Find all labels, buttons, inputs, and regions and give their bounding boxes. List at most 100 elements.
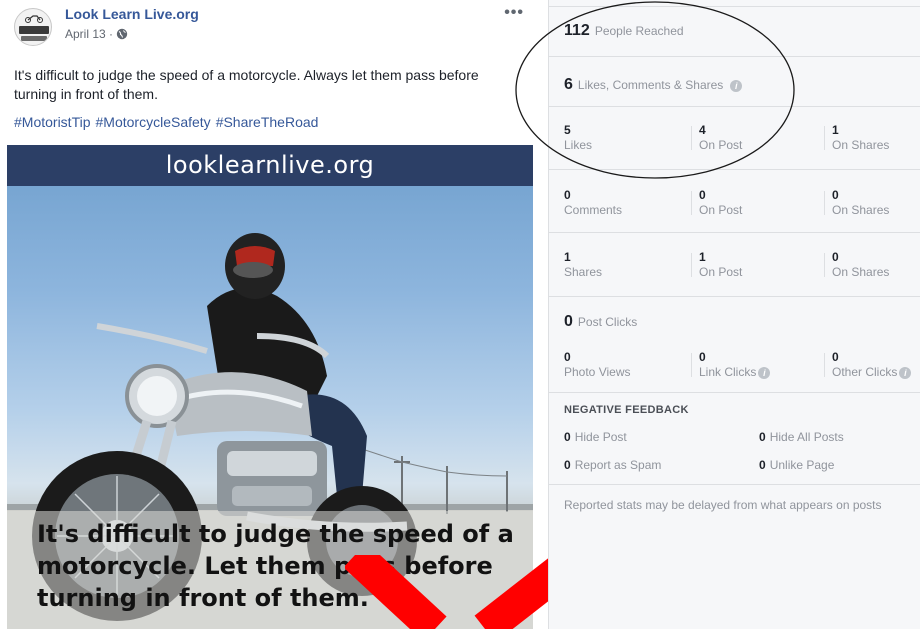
comments-breakdown: 0 Comments 0 On Post 0 On Shares xyxy=(564,188,920,228)
divider xyxy=(824,191,825,215)
divider xyxy=(691,126,692,150)
stat-value: 0 xyxy=(832,188,839,202)
stat-label: Unlike Page xyxy=(769,458,835,472)
hashtag-link[interactable]: #MotorcycleSafety xyxy=(96,114,211,130)
post-text: It's difficult to judge the speed of a m… xyxy=(14,67,479,102)
motorcycle-logo-icon xyxy=(25,15,43,23)
stat-value: 0 xyxy=(564,350,571,364)
divider xyxy=(691,353,692,377)
stat-value: 4 xyxy=(699,123,706,137)
stats-delay-note: Reported stats may be delayed from what … xyxy=(564,498,882,512)
shares-on-shares: 0 On Shares xyxy=(832,250,889,280)
hashtag-link[interactable]: #ShareTheRoad xyxy=(216,114,319,130)
stat-label: On Shares xyxy=(832,138,890,152)
stat-label: On Post xyxy=(699,138,743,152)
post-insights-panel: 112 People Reached 6 Likes, Comments & S… xyxy=(548,0,920,629)
post-clicks-label: Post Clicks xyxy=(577,315,638,329)
likes-breakdown: 5 Likes 4 On Post 1 On Shares xyxy=(564,123,920,163)
hide-all-posts-stat: 0 Hide All Posts xyxy=(759,430,844,444)
engagement-count: 6 xyxy=(564,76,573,93)
stat-value: 0 xyxy=(759,430,766,444)
divider xyxy=(824,353,825,377)
stat-label-wrap: Link Clicks i xyxy=(699,365,771,380)
likes-comments-shares: 6 Likes, Comments & Shares i xyxy=(564,76,743,94)
shares-on-post: 1 On Post xyxy=(699,250,742,280)
stat-value: 0 xyxy=(564,458,571,472)
likes-total: 5 Likes xyxy=(564,123,592,153)
stat-label: Likes xyxy=(564,138,593,152)
stat-label: Report as Spam xyxy=(574,458,662,472)
shares-breakdown: 1 Shares 1 On Post 0 On Shares xyxy=(564,250,920,290)
stat-value: 0 xyxy=(699,350,706,364)
post-card: Look Learn Live.org April 13 · ••• It's … xyxy=(0,0,533,629)
divider xyxy=(549,6,920,7)
reach-label: People Reached xyxy=(594,24,684,38)
post-header: Look Learn Live.org April 13 · ••• xyxy=(14,4,524,46)
page-avatar[interactable] xyxy=(14,8,52,46)
divider xyxy=(549,169,920,170)
clicks-breakdown: 0 Photo Views 0 Link Clicks i 0 Other Cli… xyxy=(564,350,920,390)
stat-label: Hide All Posts xyxy=(769,430,844,444)
other-clicks: 0 Other Clicks i xyxy=(832,350,912,380)
report-spam-stat: 0 Report as Spam xyxy=(564,458,661,472)
divider xyxy=(824,253,825,277)
post-date[interactable]: April 13 · xyxy=(65,27,113,41)
page-name-link[interactable]: Look Learn Live.org xyxy=(65,6,199,22)
stat-value: 0 xyxy=(832,350,839,364)
stat-label: On Post xyxy=(699,265,743,279)
engagement-label: Likes, Comments & Shares xyxy=(577,78,724,92)
stat-value: 1 xyxy=(832,123,839,137)
logo-tag-lower xyxy=(21,36,47,41)
comments-on-post: 0 On Post xyxy=(699,188,742,218)
hide-post-stat: 0 Hide Post xyxy=(564,430,627,444)
info-icon[interactable]: i xyxy=(730,80,743,92)
info-icon[interactable]: i xyxy=(758,366,771,379)
reach-count: 112 xyxy=(564,22,590,39)
stat-value: 0 xyxy=(832,250,839,264)
stat-value: 0 xyxy=(759,458,766,472)
stat-label: On Shares xyxy=(832,203,890,217)
image-banner-text: looklearnlive.org xyxy=(7,145,533,186)
stat-value: 0 xyxy=(564,188,571,202)
image-caption-text: It's difficult to judge the speed of a m… xyxy=(37,520,514,612)
stat-label: Link Clicks xyxy=(699,365,757,379)
post-clicks: 0 Post Clicks xyxy=(564,313,637,331)
divider xyxy=(549,392,920,393)
people-reached: 112 People Reached xyxy=(564,22,684,40)
photo-views: 0 Photo Views xyxy=(564,350,631,380)
divider xyxy=(691,191,692,215)
stat-value: 1 xyxy=(699,250,706,264)
stat-label: On Post xyxy=(699,203,743,217)
globe-icon xyxy=(116,28,128,40)
link-clicks: 0 Link Clicks i xyxy=(699,350,771,380)
likes-on-shares: 1 On Shares xyxy=(832,123,889,153)
post-image[interactable]: looklearnlive.org It's difficult to judg… xyxy=(7,145,533,629)
stat-label: Photo Views xyxy=(564,365,631,379)
stat-value: 0 xyxy=(564,430,571,444)
stat-label: Other Clicks xyxy=(832,365,898,379)
shares-total: 1 Shares xyxy=(564,250,602,280)
divider xyxy=(549,56,920,57)
divider xyxy=(549,484,920,485)
stat-value: 0 xyxy=(699,188,706,202)
divider xyxy=(549,296,920,297)
more-options-icon[interactable]: ••• xyxy=(504,4,524,22)
divider xyxy=(549,232,920,233)
divider xyxy=(691,253,692,277)
stat-value: 5 xyxy=(564,123,571,137)
stat-label: On Shares xyxy=(832,265,890,279)
stat-label: Shares xyxy=(564,265,603,279)
likes-on-post: 4 On Post xyxy=(699,123,742,153)
post-meta: April 13 · xyxy=(65,27,128,41)
divider xyxy=(549,106,920,107)
comments-on-shares: 0 On Shares xyxy=(832,188,889,218)
divider xyxy=(824,126,825,150)
negative-feedback-heading: NEGATIVE FEEDBACK xyxy=(564,404,689,416)
unlike-page-stat: 0 Unlike Page xyxy=(759,458,834,472)
comments-total: 0 Comments xyxy=(564,188,622,218)
post-clicks-count: 0 xyxy=(564,313,573,330)
logo-tag xyxy=(19,26,49,34)
info-icon[interactable]: i xyxy=(899,366,912,379)
stat-value: 1 xyxy=(564,250,571,264)
hashtag-link[interactable]: #MotoristTip xyxy=(14,114,91,130)
